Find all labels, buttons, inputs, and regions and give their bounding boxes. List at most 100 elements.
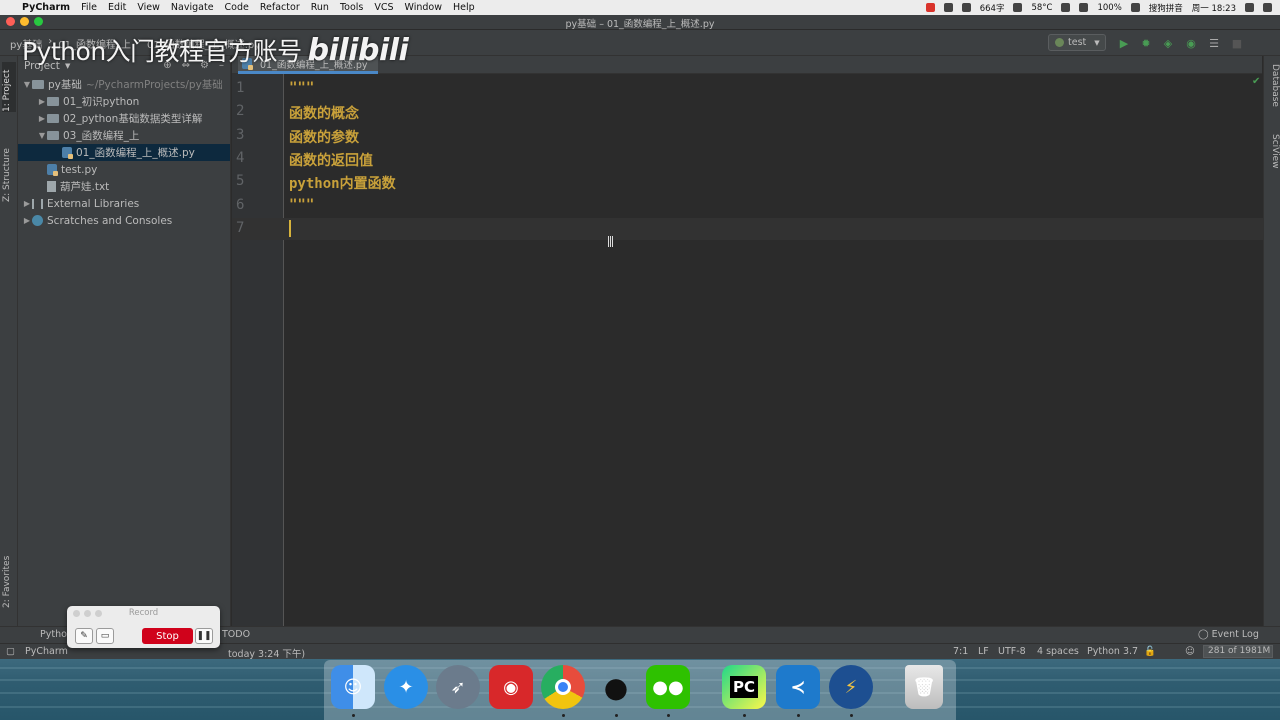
tree-item[interactable]: ▶ 02_python基础数据类型详解 (18, 110, 230, 127)
menu-file[interactable]: File (81, 2, 97, 13)
volume-icon[interactable] (1079, 3, 1089, 12)
chevron-right-icon[interactable]: ▶ (22, 216, 32, 225)
pause-icon[interactable]: ❚❚ (195, 628, 213, 644)
caret-position[interactable]: 7:1 (953, 646, 968, 657)
menu-code[interactable]: Code (225, 2, 249, 13)
lock-icon[interactable]: 🔓 (1144, 646, 1156, 657)
chrome-icon[interactable] (541, 665, 585, 709)
tree-item[interactable]: ▼ py基础 ~/PycharmProjects/py基础 (18, 76, 230, 93)
code-line[interactable]: python内置函数 (289, 173, 396, 193)
line-separator[interactable]: LF (978, 646, 989, 657)
code-editor[interactable] (285, 74, 1262, 644)
event-log-tab[interactable]: ◯ Event Log (1198, 629, 1259, 640)
coverage-icon[interactable]: ◈ (1161, 36, 1175, 50)
tree-item[interactable]: test.py (18, 161, 230, 178)
status-message-end[interactable]: today 3:24 下午) (228, 646, 305, 660)
finder-icon[interactable]: ☺ (331, 665, 375, 709)
menu-vcs[interactable]: VCS (374, 2, 393, 13)
stop-recording-button[interactable]: Stop (142, 628, 193, 644)
chevron-right-icon[interactable]: ▶ (22, 199, 32, 208)
menu-run[interactable]: Run (311, 2, 329, 13)
chevron-down-icon: ▼ (1094, 38, 1100, 47)
profile-icon[interactable]: ◉ (1184, 36, 1198, 50)
memory-indicator[interactable]: 281 of 1981M (1203, 645, 1273, 658)
database-tool-tab[interactable]: Database (1266, 64, 1280, 120)
launchpad-icon[interactable]: ➶ (436, 665, 480, 709)
code-line[interactable]: """ (289, 80, 314, 96)
status-app-icon[interactable] (943, 3, 953, 12)
chevron-right-icon[interactable]: ▶ (37, 97, 47, 106)
line-number[interactable]: 5 (236, 173, 266, 189)
clock-text[interactable]: 周一 18:23 (1192, 2, 1236, 14)
vscode-icon[interactable]: ≺ (776, 665, 820, 709)
window-capture-icon[interactable]: ▭ (96, 628, 114, 644)
instastats-icon[interactable]: ⚡ (829, 665, 873, 709)
status-message-start[interactable]: PyCharm (25, 646, 68, 657)
input-method-text[interactable]: 搜狗拼音 (1149, 2, 1183, 14)
run-configuration-selector[interactable]: test ▼ (1048, 34, 1106, 51)
stop-icon[interactable]: ■ (1230, 36, 1244, 50)
wechat-status-icon[interactable] (961, 3, 971, 12)
line-number[interactable]: 3 (236, 127, 266, 143)
wifi-icon[interactable] (1061, 3, 1071, 12)
control-center-icon[interactable] (1263, 3, 1272, 12)
tree-item[interactable]: 葫芦娃.txt (18, 178, 230, 195)
debug-icon[interactable]: ✹ (1139, 36, 1153, 50)
line-number[interactable]: 7 (236, 220, 266, 236)
menu-help[interactable]: Help (453, 2, 475, 13)
project-tool-tab[interactable]: 1: Project (2, 62, 16, 112)
code-line[interactable]: """ (289, 197, 314, 213)
structure-tool-tab[interactable]: Z: Structure (2, 136, 16, 202)
tree-item[interactable]: 01_函数编程_上_概述.py (18, 144, 230, 161)
search-icon[interactable] (1245, 3, 1254, 12)
wechat-icon[interactable]: ●● (646, 665, 690, 709)
running-indicator (352, 714, 355, 717)
file-encoding[interactable]: UTF-8 (998, 646, 1026, 657)
run-icon[interactable]: ▶ (1117, 36, 1131, 50)
tree-item[interactable]: ▶ External Libraries (18, 195, 230, 212)
menu-navigate[interactable]: Navigate (171, 2, 214, 13)
code-line[interactable]: 函数的概念 (289, 103, 359, 123)
inspector-icon[interactable]: ☺ (1185, 646, 1195, 657)
todo-tab[interactable]: TODO (222, 629, 250, 640)
screen: PyCharm File Edit View Navigate Code Ref… (0, 0, 1280, 720)
code-line[interactable]: 函数的参数 (289, 127, 359, 147)
tree-item[interactable]: ▶ Scratches and Consoles (18, 212, 230, 229)
status-toggle-icon[interactable]: ▢ (6, 646, 15, 657)
menu-view[interactable]: View (137, 2, 160, 13)
line-number[interactable]: 2 (236, 103, 266, 119)
chevron-down-icon[interactable]: ▼ (22, 80, 32, 89)
indent-setting[interactable]: 4 spaces (1037, 646, 1079, 657)
chevron-down-icon[interactable]: ▼ (37, 131, 47, 140)
inspection-ok-icon[interactable]: ✔ (1252, 76, 1260, 87)
chevron-right-icon[interactable]: ▶ (37, 114, 47, 123)
tree-item-label: 01_初识python (63, 96, 140, 108)
line-number[interactable]: 6 (236, 197, 266, 213)
tree-item[interactable]: ▼ 03_函数编程_上 (18, 127, 230, 144)
line-number[interactable]: 1 (236, 80, 266, 96)
recording-icon[interactable] (925, 3, 935, 12)
menu-refactor[interactable]: Refactor (260, 2, 300, 13)
tree-item-label: 01_函数编程_上_概述.py (76, 147, 195, 159)
menu-edit[interactable]: Edit (108, 2, 126, 13)
grid-icon[interactable] (1013, 3, 1023, 12)
menu-window[interactable]: Window (405, 2, 442, 13)
favorites-tool-tab[interactable]: 2: Favorites (2, 548, 16, 608)
tree-item[interactable]: ▶ 01_初识python (18, 93, 230, 110)
project-panel: Project ▼ ⊕ ⇔ ⚙ – ▼ py基础 ~/PycharmProjects… (18, 56, 231, 644)
netease-music-icon[interactable]: ◉ (489, 665, 533, 709)
pycharm-icon[interactable]: PC (722, 665, 766, 709)
qq-icon[interactable]: ● (594, 665, 638, 709)
menu-app-name[interactable]: PyCharm (22, 2, 70, 13)
code-line[interactable]: 函数的返回值 (289, 150, 373, 170)
pen-tool-icon[interactable]: ✎ (75, 628, 93, 644)
record-title: Record (128, 608, 159, 618)
sciview-tool-tab[interactable]: SciView (1266, 134, 1280, 182)
menu-tools[interactable]: Tools (340, 2, 363, 13)
python-interpreter[interactable]: Python 3.7 (1087, 646, 1138, 657)
run-more-icon[interactable]: ☰ (1207, 36, 1221, 50)
battery-icon[interactable] (1130, 3, 1140, 12)
safari-icon[interactable]: ✦ (384, 665, 428, 709)
trash-icon[interactable]: 🗑 (905, 665, 943, 709)
line-number[interactable]: 4 (236, 150, 266, 166)
